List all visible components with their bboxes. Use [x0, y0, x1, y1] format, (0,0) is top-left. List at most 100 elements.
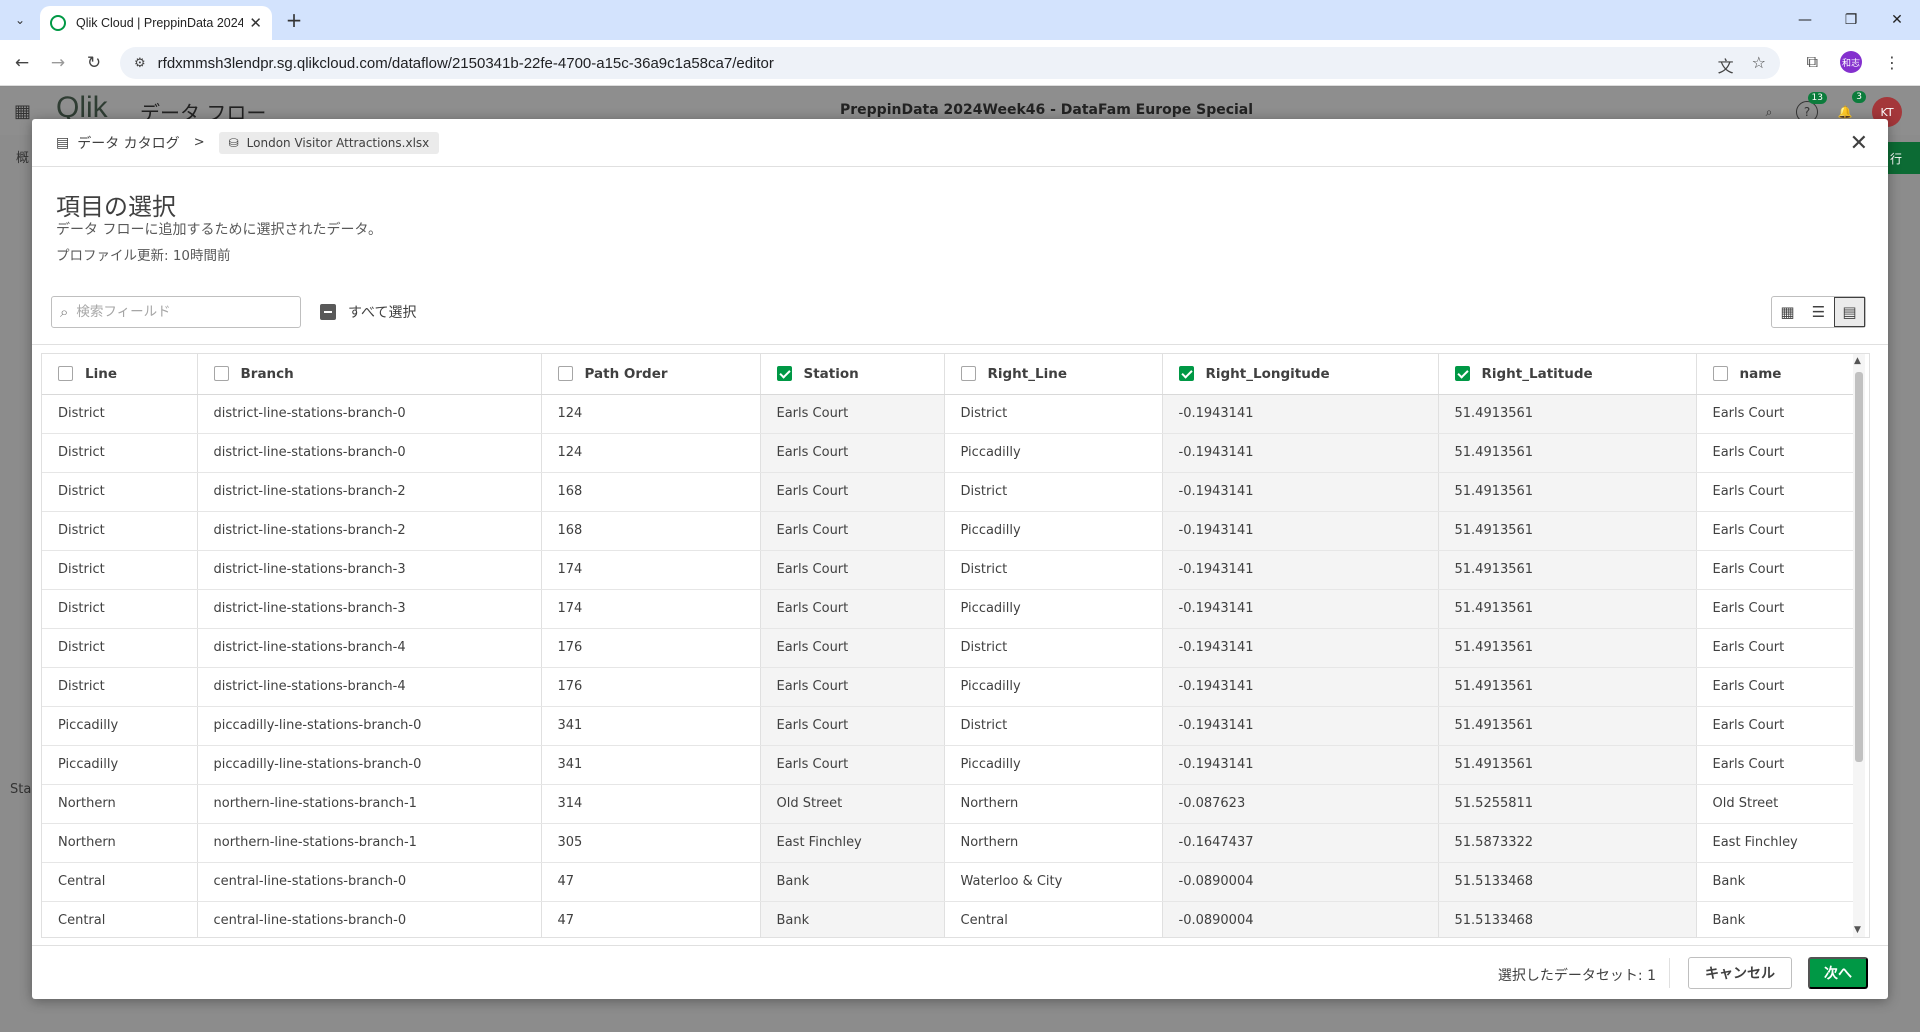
- table-cell: Piccadilly: [944, 745, 1163, 785]
- column-header-line[interactable]: Line: [42, 354, 198, 395]
- table-cell: piccadilly-line-stations-branch-0: [197, 745, 542, 785]
- table-row: District district-line-stations-branch-0 1…: [42, 433, 1862, 473]
- column-header-right-longitude[interactable]: Right_Longitude: [1162, 354, 1439, 395]
- checked-checkbox-icon[interactable]: [776, 366, 792, 382]
- column-header-content: Right_Longitude: [1178, 366, 1438, 382]
- table-cell: Piccadilly: [944, 667, 1163, 707]
- table-cell: Earls Court: [1696, 745, 1862, 785]
- table-cell: -0.1943141: [1162, 628, 1439, 668]
- table-cell: Central: [42, 901, 198, 937]
- table-cell: Central: [42, 862, 198, 902]
- address-bar[interactable]: ⚙ rfdxmmsh3lendpr.sg.qlikcloud.com/dataf…: [120, 47, 1780, 79]
- table-cell: 168: [541, 511, 761, 551]
- extensions-icon[interactable]: ⧉: [1807, 52, 1818, 72]
- app-launcher-icon[interactable]: ▦: [14, 101, 31, 122]
- reload-icon[interactable]: ↻: [82, 51, 106, 75]
- app-tab-overview[interactable]: 概: [16, 147, 29, 166]
- cancel-button[interactable]: キャンセル: [1688, 957, 1792, 989]
- select-all-checkbox[interactable]: すべて選択: [320, 302, 416, 322]
- profile-updated-text: プロファイル更新: 10時間前: [56, 248, 231, 264]
- divider: [32, 344, 1888, 345]
- unchecked-checkbox-icon[interactable]: [960, 366, 976, 382]
- table-cell: District: [944, 550, 1163, 590]
- table-cell: Piccadilly: [944, 433, 1163, 473]
- profile-avatar[interactable]: 和志: [1840, 51, 1862, 73]
- search-field-input[interactable]: [76, 304, 277, 320]
- column-header-branch[interactable]: Branch: [197, 354, 542, 395]
- browser-tab[interactable]: Qlik Cloud | PreppinData 2024W ✕: [40, 6, 272, 40]
- unchecked-checkbox-icon[interactable]: [557, 366, 573, 382]
- column-header-right-line[interactable]: Right_Line: [944, 354, 1163, 395]
- window-close-icon[interactable]: ✕: [1874, 0, 1920, 40]
- table-cell: Earls Court: [1696, 472, 1862, 512]
- grid-view-icon[interactable]: ▦: [1772, 297, 1803, 327]
- table-cell: District: [42, 628, 198, 668]
- new-tab-icon[interactable]: +: [282, 8, 306, 32]
- table-cell: Earls Court: [1696, 589, 1862, 629]
- minimize-icon[interactable]: —: [1782, 0, 1828, 40]
- table-cell: Northern: [42, 784, 198, 824]
- table-cell: district-line-stations-branch-3: [197, 589, 542, 629]
- translate-icon[interactable]: 文: [1718, 53, 1734, 77]
- column-header-name[interactable]: name: [1696, 354, 1862, 395]
- table-cell: district-line-stations-branch-2: [197, 511, 542, 551]
- restore-icon[interactable]: ❐: [1828, 0, 1874, 40]
- table-row: Central central-line-stations-branch-0 47 B…: [42, 901, 1862, 937]
- bookmark-star-icon[interactable]: ☆: [1752, 53, 1766, 77]
- column-label: Line: [85, 365, 117, 382]
- column-header-right-latitude[interactable]: Right_Latitude: [1438, 354, 1697, 395]
- tab-search-icon[interactable]: ⌄: [8, 8, 32, 32]
- browser-menu-icon[interactable]: ⋮: [1884, 53, 1900, 72]
- breadcrumb-catalog[interactable]: データ カタログ: [77, 133, 179, 153]
- scroll-up-icon[interactable]: ▲: [1854, 356, 1861, 366]
- unchecked-checkbox-icon[interactable]: [213, 366, 229, 382]
- table-cell: East Finchley: [760, 823, 945, 863]
- table-cell: Northern: [944, 784, 1163, 824]
- unchecked-checkbox-icon[interactable]: [1712, 366, 1728, 382]
- table-cell: Earls Court: [1696, 511, 1862, 551]
- table-row: Piccadilly piccadilly-line-stations-branc…: [42, 706, 1862, 746]
- table-cell: 51.5255811: [1438, 784, 1697, 824]
- field-search[interactable]: ⌕: [51, 296, 301, 328]
- unchecked-checkbox-icon[interactable]: [58, 366, 73, 382]
- vertical-scrollbar[interactable]: ▲ ▼: [1853, 354, 1865, 937]
- dialog-close-icon[interactable]: ✕: [1850, 131, 1868, 156]
- checked-checkbox-icon[interactable]: [1178, 366, 1194, 382]
- column-header-path-order[interactable]: Path Order: [541, 354, 761, 395]
- table-cell: 51.4913561: [1438, 394, 1697, 434]
- table-cell: district-line-stations-branch-4: [197, 628, 542, 668]
- table-cell: Central: [944, 901, 1163, 937]
- table-cell: Earls Court: [1696, 394, 1862, 434]
- list-view-icon[interactable]: ☰: [1803, 297, 1834, 327]
- table-cell: district-line-stations-branch-0: [197, 394, 542, 434]
- column-header-station[interactable]: Station: [760, 354, 945, 395]
- checked-checkbox-icon[interactable]: [1454, 366, 1470, 382]
- table-row: Central central-line-stations-branch-0 47 B…: [42, 862, 1862, 902]
- back-icon[interactable]: ←: [10, 51, 34, 75]
- column-header-content: Station: [776, 366, 944, 382]
- table-cell: Northern: [42, 823, 198, 863]
- table-cell: 51.5133468: [1438, 901, 1697, 937]
- next-button[interactable]: 次へ: [1808, 957, 1868, 989]
- table-row: Northern northern-line-stations-branch-1 3…: [42, 823, 1862, 863]
- table-view-icon[interactable]: ▤: [1834, 297, 1865, 327]
- footer-divider: [1669, 958, 1670, 988]
- app-run-button[interactable]: 行: [1886, 142, 1920, 174]
- scroll-down-icon[interactable]: ▼: [1854, 925, 1861, 935]
- table-cell: 305: [541, 823, 761, 863]
- table-cell: District: [42, 394, 198, 434]
- browser-toolbar: ← → ↻ ⚙ rfdxmmsh3lendpr.sg.qlikcloud.com…: [0, 40, 1920, 86]
- column-header-content: Line: [58, 365, 196, 382]
- table-cell: Waterloo & City: [944, 862, 1163, 902]
- dialog-subtitle: データ フローに追加するために選択されたデータ。: [56, 222, 383, 238]
- table-cell: Earls Court: [1696, 550, 1862, 590]
- table-cell: Earls Court: [1696, 667, 1862, 707]
- site-info-icon[interactable]: ⚙: [134, 56, 146, 71]
- table-cell: Northern: [944, 823, 1163, 863]
- table-cell: District: [944, 628, 1163, 668]
- tab-close-icon[interactable]: ✕: [249, 14, 262, 32]
- scrollbar-thumb[interactable]: [1855, 372, 1863, 762]
- forward-icon[interactable]: →: [46, 51, 70, 75]
- table-row: District district-line-stations-branch-3 1…: [42, 589, 1862, 629]
- table-cell: -0.1943141: [1162, 589, 1439, 629]
